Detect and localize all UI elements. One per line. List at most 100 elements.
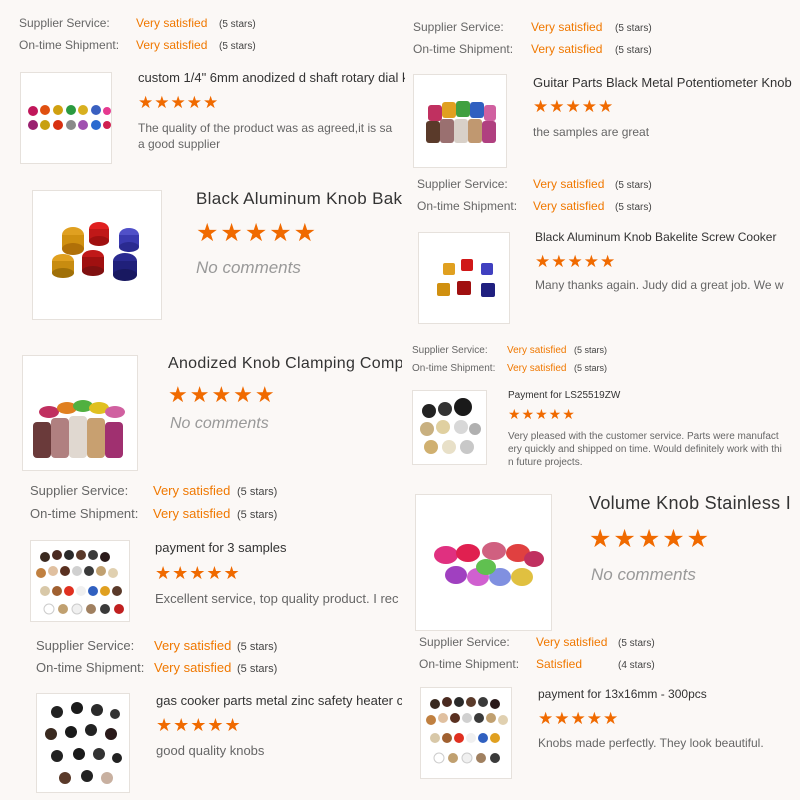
knob-product-image: [420, 398, 481, 454]
product-title[interactable]: Guitar Parts Black Metal Potentiometer K…: [533, 75, 792, 90]
product-title[interactable]: payment for 3 samples: [155, 540, 287, 555]
shipment-value: Very satisfied: [136, 38, 208, 52]
shipment-label: On-time Shipment:: [30, 506, 139, 521]
star-icon: ★★★★★: [589, 525, 712, 553]
product-thumbnail[interactable]: [36, 693, 130, 793]
star-icon: ★★★★★: [138, 93, 220, 112]
shipment-label: On-time Shipment:: [19, 38, 120, 52]
star-rating: ★★★★★: [155, 563, 241, 584]
supplier-service-stars: (5 stars): [219, 19, 256, 30]
product-thumbnail[interactable]: [415, 494, 552, 631]
product-title[interactable]: payment for 13x16mm - 300pcs: [538, 687, 707, 701]
shipment-row: On-time Shipment: Very satisfied (5 star…: [413, 42, 652, 56]
supplier-service-label: Supplier Service:: [36, 638, 135, 653]
supplier-service-label: Supplier Service:: [412, 345, 488, 356]
comment-line: The quality of the product was as agreed…: [138, 121, 393, 135]
product-title[interactable]: Volume Knob Stainless I: [589, 493, 791, 514]
comment-line: ery quickly and shipped on time. Would d…: [508, 444, 782, 455]
shipment-stars: (5 stars): [574, 363, 608, 373]
shipment-stars: (5 stars): [237, 663, 278, 675]
shipment-row: On-time Shipment: Very satisfied (5 star…: [36, 660, 277, 675]
comment-line: n future projects.: [508, 457, 583, 468]
product-title[interactable]: Black Aluminum Knob Bakelite Screw Cooke…: [535, 230, 776, 244]
review-card: Supplier Service: Very satisfied (5 star…: [0, 478, 402, 630]
shipment-row: On-time Shipment: Very satisfied (5 star…: [19, 38, 256, 52]
review-card: Supplier Service: Very satisfied (5 star…: [405, 335, 800, 475]
star-rating: ★★★★★: [196, 218, 318, 248]
supplier-service-value: Very satisfied: [154, 638, 232, 653]
supplier-service-stars: (5 stars): [237, 641, 278, 653]
shipment-label: On-time Shipment:: [419, 657, 520, 671]
knob-product-image: [426, 101, 496, 143]
star-icon: ★★★★★: [538, 709, 620, 728]
knob-product-image: [36, 550, 124, 615]
product-title[interactable]: custom 1/4" 6mm anodized d shaft rotary …: [138, 70, 405, 85]
shipment-value: Very satisfied: [154, 660, 232, 675]
review-card: Supplier Service: Very satisfied (5 star…: [0, 633, 402, 800]
supplier-service-stars: (5 stars): [615, 23, 652, 34]
supplier-service-label: Supplier Service:: [413, 20, 504, 34]
star-icon: ★★★★★: [535, 252, 617, 271]
supplier-service-value: Very satisfied: [531, 20, 603, 34]
supplier-service-stars: (5 stars): [618, 638, 655, 649]
shipment-stars: (4 stars): [618, 660, 655, 671]
supplier-service-value: Very satisfied: [536, 635, 608, 649]
supplier-service-label: Supplier Service:: [19, 16, 110, 30]
knob-product-image: [434, 542, 544, 586]
knob-product-image: [52, 222, 139, 281]
supplier-service-label: Supplier Service:: [417, 177, 508, 191]
product-title[interactable]: gas cooker parts metal zinc safety heate…: [156, 693, 402, 708]
star-icon: ★★★★★: [533, 97, 615, 116]
product-thumbnail[interactable]: [413, 74, 507, 168]
shipment-value: Very satisfied: [153, 506, 231, 521]
knob-product-image: [45, 702, 122, 784]
product-thumbnail[interactable]: [30, 540, 130, 622]
review-card: Supplier Service: Very satisfied (5 star…: [405, 0, 800, 170]
review-comment: Knobs made perfectly. They look beautifu…: [538, 736, 764, 750]
star-rating: ★★★★★: [535, 252, 616, 272]
product-thumbnail[interactable]: [420, 687, 512, 779]
shipment-label: On-time Shipment:: [417, 199, 518, 213]
star-rating: ★★★★★: [168, 382, 277, 408]
shipment-stars: (5 stars): [615, 202, 652, 213]
product-thumbnail[interactable]: [418, 232, 510, 324]
shipment-label: On-time Shipment:: [413, 42, 514, 56]
star-icon: ★★★★★: [168, 382, 277, 407]
review-comment: Many thanks again. Judy did a great job.…: [535, 278, 784, 292]
knob-product-image: [437, 259, 495, 297]
shipment-value: Very satisfied: [507, 363, 567, 374]
review-comment: the samples are great: [533, 125, 650, 139]
product-thumbnail[interactable]: [32, 190, 162, 320]
shipment-row: On-time Shipment: Very satisfied (5 star…: [412, 363, 607, 374]
shipment-stars: (5 stars): [237, 509, 278, 521]
knob-product-image: [426, 697, 508, 764]
supplier-service-label: Supplier Service:: [419, 635, 510, 649]
comment-line: Very pleased with the customer service. …: [508, 431, 779, 442]
shipment-label: On-time Shipment:: [36, 660, 145, 675]
star-icon: ★★★★★: [156, 715, 242, 735]
shipment-value: Very satisfied: [531, 42, 603, 56]
supplier-service-row: Supplier Service: Very satisfied (5 star…: [30, 483, 277, 498]
product-thumbnail[interactable]: [20, 72, 112, 164]
supplier-service-value: Very satisfied: [533, 177, 605, 191]
review-comment: Excellent service, top quality product. …: [155, 591, 399, 606]
shipment-value: Very satisfied: [533, 199, 605, 213]
product-thumbnail[interactable]: [412, 390, 487, 465]
product-title[interactable]: Black Aluminum Knob Bak: [196, 189, 402, 209]
shipment-row: On-time Shipment: Very satisfied (5 star…: [417, 199, 652, 213]
star-icon: ★★★★★: [155, 563, 241, 583]
product-thumbnail[interactable]: [22, 355, 138, 471]
star-icon: ★★★★★: [508, 406, 576, 422]
supplier-service-row: Supplier Service: Very satisfied (5 star…: [412, 345, 607, 356]
shipment-label: On-time Shipment:: [412, 363, 496, 374]
supplier-service-row: Supplier Service: Very satisfied (5 star…: [419, 635, 655, 649]
product-title[interactable]: Anodized Knob Clamping Comput: [168, 355, 402, 373]
supplier-service-stars: (5 stars): [615, 180, 652, 191]
shipment-value: Satisfied: [536, 657, 583, 671]
review-comment: No comments: [591, 565, 696, 584]
review-card: Volume Knob Stainless I ★★★★★ No comment…: [405, 478, 800, 633]
star-rating: ★★★★★: [533, 97, 614, 117]
star-rating: ★★★★★: [138, 93, 219, 113]
shipment-row: On-time Shipment: Very satisfied (5 star…: [30, 506, 277, 521]
product-title[interactable]: Payment for LS25519ZW: [508, 390, 620, 401]
